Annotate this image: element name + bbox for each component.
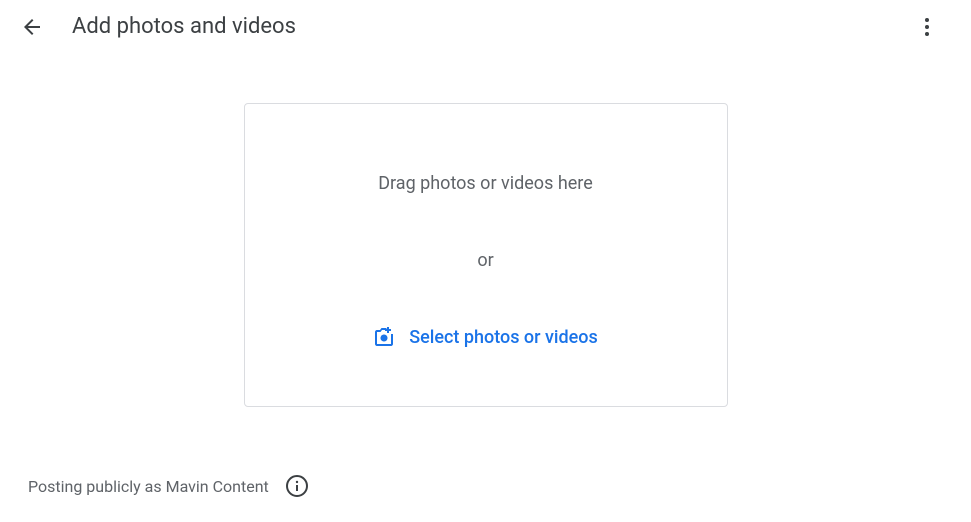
- select-text: Select photos or videos: [409, 327, 598, 348]
- more-vert-icon: [915, 15, 939, 39]
- main-content: Drag photos or videos here or Select pho…: [0, 103, 971, 407]
- header: Add photos and videos: [0, 0, 971, 53]
- drop-zone[interactable]: Drag photos or videos here or Select pho…: [244, 103, 728, 407]
- select-button[interactable]: Select photos or videos: [373, 327, 598, 348]
- info-icon[interactable]: [285, 474, 309, 498]
- page-title: Add photos and videos: [72, 14, 296, 39]
- drag-text: Drag photos or videos here: [378, 173, 593, 194]
- camera-add-icon: [373, 327, 395, 347]
- more-button[interactable]: [915, 15, 939, 39]
- posting-text: Posting publicly as Mavin Content: [28, 477, 269, 496]
- footer: Posting publicly as Mavin Content: [28, 474, 309, 498]
- header-left: Add photos and videos: [20, 14, 296, 39]
- or-text: or: [477, 250, 493, 271]
- back-button[interactable]: [20, 15, 44, 39]
- arrow-back-icon: [20, 15, 44, 39]
